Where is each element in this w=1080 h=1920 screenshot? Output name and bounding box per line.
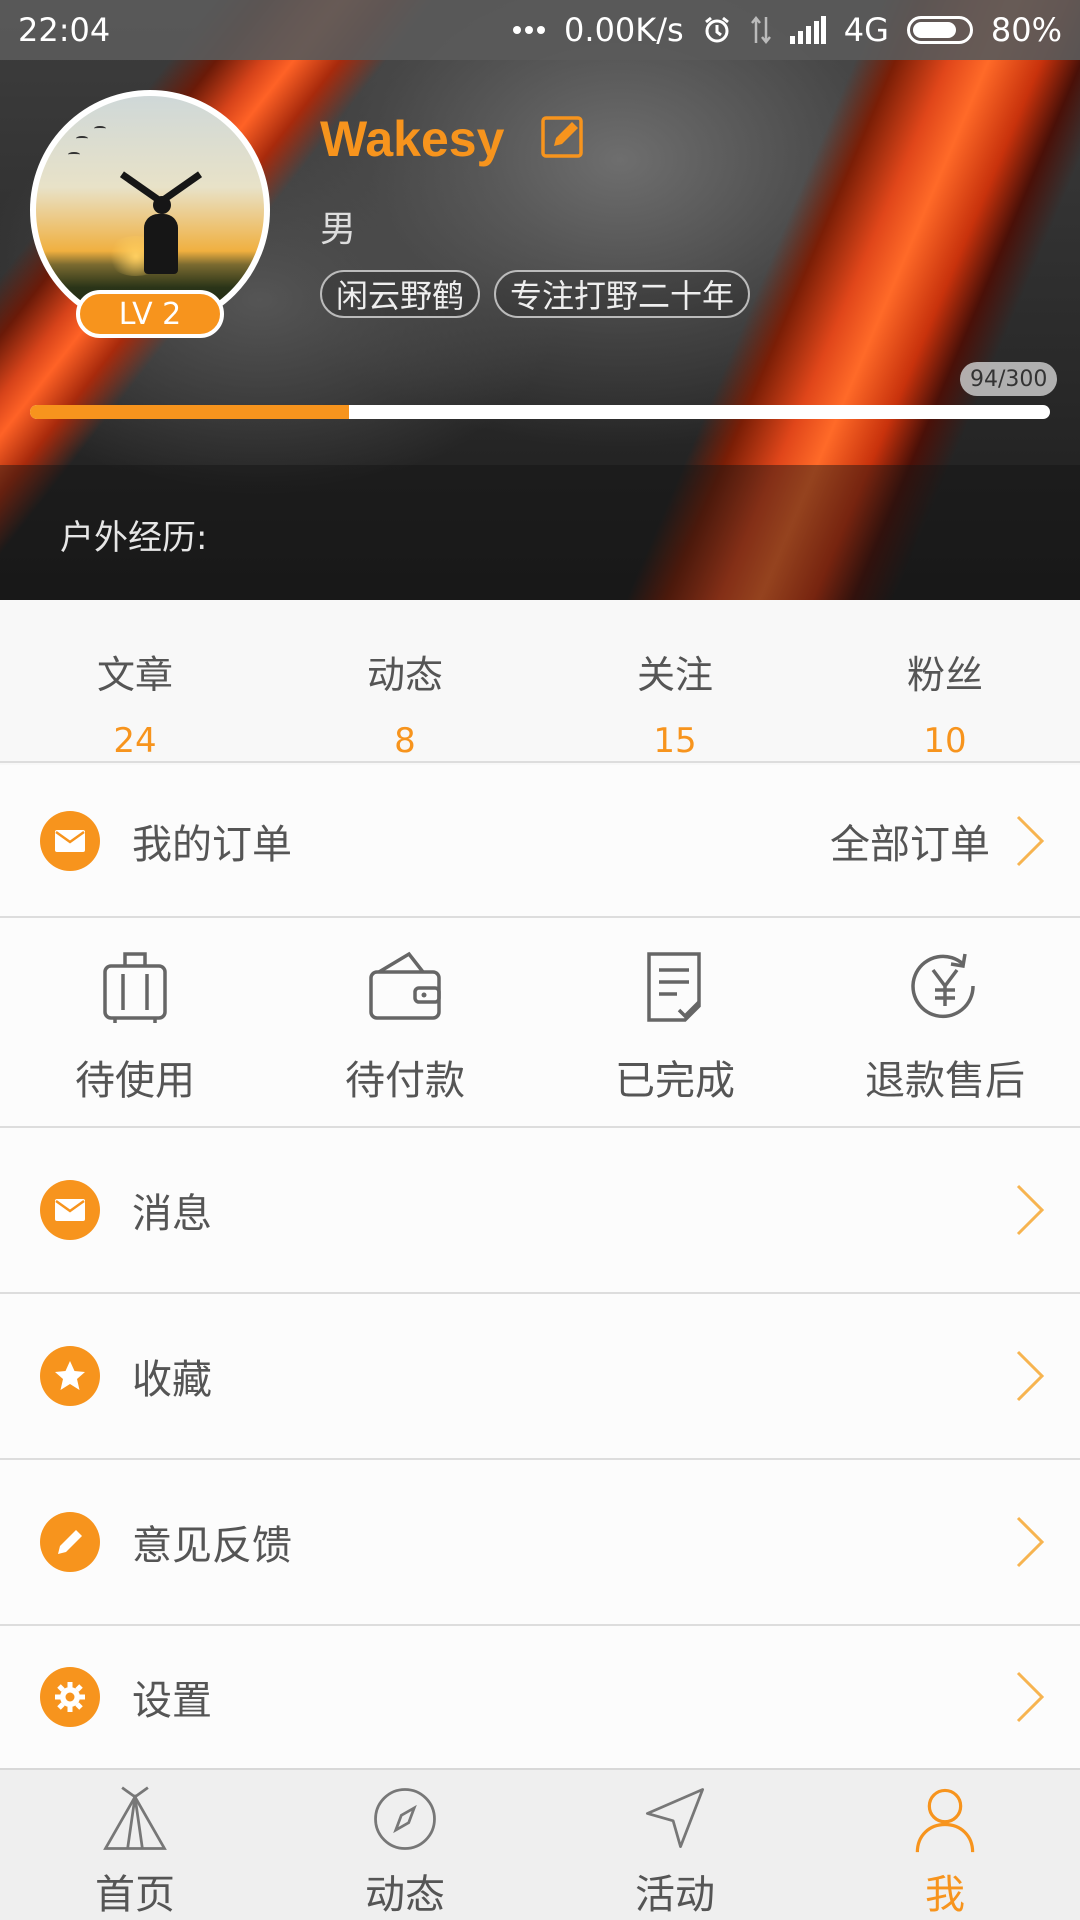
- gear-icon: [40, 1667, 100, 1727]
- network-type: 4G: [843, 11, 889, 49]
- menu-label: 消息: [132, 1191, 212, 1237]
- my-orders-label: 我的订单: [132, 821, 292, 868]
- profile-tag: 专注打野二十年: [494, 270, 751, 318]
- order-pending-use[interactable]: 待使用: [0, 918, 270, 1126]
- my-orders-row[interactable]: 我的订单 全部订单: [0, 765, 1080, 918]
- stat-following[interactable]: 关注 15: [540, 600, 810, 761]
- stat-articles[interactable]: 文章 24: [0, 600, 270, 761]
- order-refund[interactable]: 退款售后: [810, 918, 1080, 1126]
- level-badge: LV 2: [76, 290, 224, 338]
- stat-label: 关注: [636, 653, 713, 697]
- order-pending-payment[interactable]: 待付款: [270, 918, 540, 1126]
- order-status-group: 待使用 待付款 已完成 退款售后: [0, 918, 1080, 1128]
- tab-feed[interactable]: 动态: [270, 1770, 540, 1920]
- status-time: 22:04: [18, 11, 111, 49]
- bottom-tab-bar: 首页 动态 活动 我: [0, 1768, 1080, 1920]
- battery-icon: [906, 16, 973, 44]
- order-item-label: 待使用: [75, 1058, 195, 1104]
- stat-value: 8: [394, 721, 416, 761]
- menu-label: 收藏: [132, 1357, 212, 1403]
- outdoor-experience-label: 户外经历:: [60, 518, 208, 558]
- signal-icon: [789, 16, 826, 44]
- tab-label: 我: [925, 1872, 965, 1918]
- menu-settings[interactable]: 设置: [0, 1626, 1080, 1768]
- tent-icon: [103, 1786, 167, 1850]
- star-icon: [40, 1346, 100, 1406]
- pencil-icon: [40, 1512, 100, 1572]
- profile-screen: 22:04 0.00K/s 4G 80% LV 2 Wakesy 男 闲云野鹤 …: [0, 0, 1080, 1920]
- alarm-icon: [702, 15, 732, 45]
- network-speed: 0.00K/s: [564, 11, 684, 49]
- tab-activities[interactable]: 活动: [540, 1770, 810, 1920]
- order-completed[interactable]: 已完成: [540, 918, 810, 1126]
- chevron-right-icon: [1016, 1350, 1045, 1402]
- gender-label: 男: [320, 209, 357, 250]
- stat-followers[interactable]: 粉丝 10: [810, 600, 1080, 761]
- order-item-label: 已完成: [615, 1058, 735, 1104]
- compass-icon: [374, 1788, 436, 1850]
- user-icon: [915, 1788, 975, 1853]
- tab-home[interactable]: 首页: [0, 1770, 270, 1920]
- stat-value: 15: [653, 721, 697, 761]
- tab-label: 活动: [635, 1872, 715, 1918]
- xp-progress-fill: [30, 405, 350, 419]
- profile-tags: 闲云野鹤 专注打野二十年: [320, 270, 751, 318]
- more-dots-icon: [512, 25, 546, 35]
- stat-label: 动态: [366, 653, 443, 697]
- tab-label: 首页: [95, 1872, 175, 1918]
- stat-label: 文章: [96, 653, 173, 697]
- stat-value: 24: [113, 721, 157, 761]
- tab-me[interactable]: 我: [810, 1770, 1080, 1920]
- mail-icon: [40, 1180, 100, 1240]
- data-transfer-icon: [750, 15, 772, 45]
- stat-posts[interactable]: 动态 8: [270, 600, 540, 761]
- chevron-right-icon: [1016, 1516, 1045, 1568]
- mail-icon: [40, 810, 100, 871]
- order-item-label: 退款售后: [865, 1058, 1025, 1104]
- profile-stats: 文章 24 动态 8 关注 15 粉丝 10: [0, 600, 1080, 763]
- yen-refund-icon: [911, 953, 975, 1019]
- navigation-icon: [645, 1788, 705, 1849]
- menu-messages[interactable]: 消息: [0, 1128, 1080, 1294]
- username: Wakesy: [320, 111, 505, 167]
- menu-label: 意见反馈: [132, 1523, 292, 1569]
- luggage-icon: [103, 952, 167, 1023]
- xp-counter: 94/300: [960, 362, 1058, 396]
- menu-label: 设置: [132, 1678, 212, 1724]
- edit-profile-icon[interactable]: [540, 113, 586, 159]
- chevron-right-icon: [1016, 1184, 1045, 1236]
- chevron-right-icon: [1016, 815, 1045, 866]
- stat-label: 粉丝: [906, 653, 983, 697]
- status-bar: 22:04 0.00K/s 4G 80%: [0, 0, 1080, 60]
- tab-label: 动态: [365, 1872, 445, 1918]
- stat-value: 10: [923, 721, 967, 761]
- menu-favorites[interactable]: 收藏: [0, 1294, 1080, 1460]
- all-orders-link[interactable]: 全部订单: [830, 812, 990, 870]
- profile-tag: 闲云野鹤: [320, 270, 481, 318]
- xp-progress-bar: [30, 405, 1050, 419]
- chevron-right-icon: [1016, 1671, 1045, 1723]
- order-item-label: 待付款: [345, 1058, 465, 1104]
- wallet-icon: [369, 951, 441, 1020]
- menu-feedback[interactable]: 意见反馈: [0, 1460, 1080, 1626]
- battery-percent: 80%: [990, 11, 1062, 49]
- document-check-icon: [647, 952, 701, 1022]
